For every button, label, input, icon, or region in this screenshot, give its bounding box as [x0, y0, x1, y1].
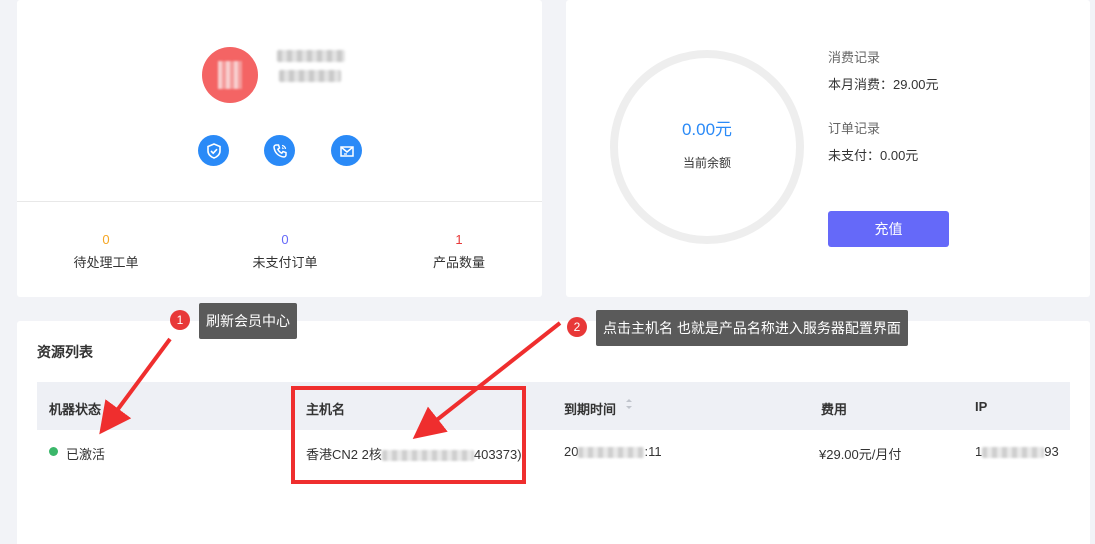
stat-label: 未支付订单 [252, 255, 318, 270]
expiry-suffix: :11 [644, 444, 662, 459]
stat-value: 1 [455, 232, 463, 247]
fee-cell: ¥29.00元/月付 [819, 447, 902, 462]
column-header-expiry[interactable]: 到期时间 [564, 399, 616, 418]
divider [17, 201, 542, 202]
expiry-cell: 20 :11 [564, 444, 662, 459]
order-record-link[interactable]: 订单记录 [828, 118, 880, 137]
section-title: 资源列表 [37, 344, 93, 360]
consumption-record-link[interactable]: 消费记录 [828, 47, 880, 66]
shield-check-icon[interactable] [198, 135, 229, 166]
annotation-tooltip-2: 点击主机名 也就是产品名称进入服务器配置界面 [596, 310, 908, 346]
balance-amount: 0.00元 [681, 120, 733, 139]
annotation-badge-1: 1 [170, 310, 190, 330]
ip-suffix: 93 [1044, 444, 1059, 459]
resource-list-card: 资源列表 机器状态 主机名 到期时间 费用 IP 已激活 香港CN2 2核 403… [17, 321, 1090, 544]
order-record-value: 未支付：0.00元 [828, 148, 919, 163]
stat-value: 0 [281, 232, 289, 247]
avatar[interactable] [202, 47, 258, 103]
balance-label: 当前余额 [682, 156, 731, 170]
stat-pending-tickets[interactable]: 0 待处理工单 [36, 232, 176, 271]
avatar-blurred-image [218, 61, 242, 89]
expiry-prefix: 20 [564, 444, 579, 459]
status-text: 已激活 [66, 447, 106, 462]
stat-label: 待处理工单 [73, 255, 139, 270]
ip-cell: 1 93 [975, 444, 1059, 459]
balance-ring [610, 50, 804, 244]
column-header-status: 机器状态 [49, 402, 102, 417]
column-header-ip: IP [975, 399, 988, 414]
phone-icon[interactable] [264, 135, 295, 166]
status-dot [49, 447, 58, 456]
user-id-blurred [279, 70, 341, 82]
annotation-tooltip-1: 刷新会员中心 [199, 303, 297, 339]
profile-card: 0 待处理工单 0 未支付订单 1 产品数量 [17, 0, 542, 297]
ip-blurred [982, 447, 1045, 459]
recharge-button[interactable]: 充值 [828, 211, 949, 247]
expiry-blurred [578, 447, 645, 459]
hostname-highlight-box [291, 386, 526, 484]
sort-icon[interactable] [625, 396, 633, 412]
stat-label: 产品数量 [432, 255, 485, 270]
table-header: 机器状态 主机名 到期时间 费用 IP [37, 382, 1070, 430]
column-header-fee: 费用 [821, 402, 848, 417]
ip-prefix: 1 [975, 444, 983, 459]
username-blurred [277, 50, 345, 62]
stat-product-count[interactable]: 1 产品数量 [389, 232, 529, 271]
balance-card: 0.00元 当前余额 消费记录 本月消费：29.00元 订单记录 未支付：0.0… [566, 0, 1090, 297]
mail-icon[interactable] [331, 135, 362, 166]
stat-value: 0 [102, 232, 110, 247]
annotation-badge-2: 2 [567, 317, 587, 337]
stat-unpaid-orders[interactable]: 0 未支付订单 [215, 232, 355, 271]
consumption-record-value: 本月消费：29.00元 [828, 77, 939, 92]
